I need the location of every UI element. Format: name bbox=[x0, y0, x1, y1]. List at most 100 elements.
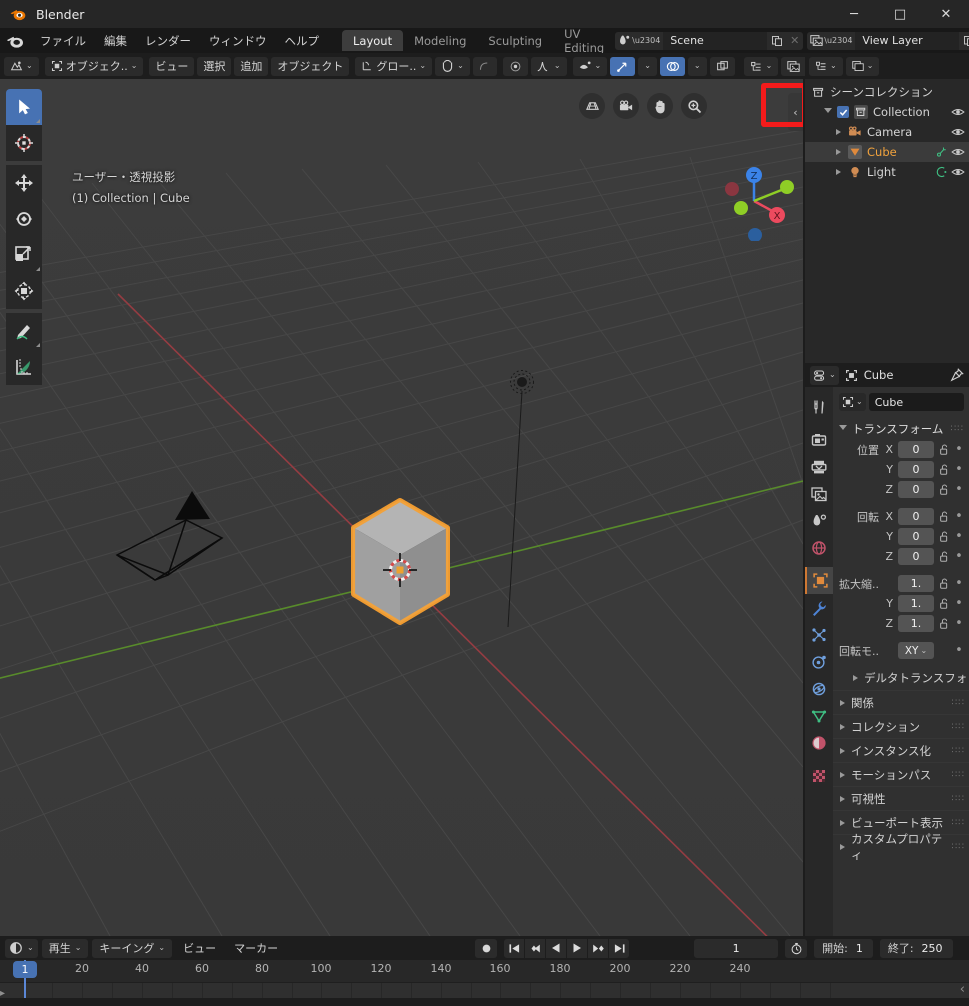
zoom-magnifier-icon[interactable] bbox=[681, 93, 707, 119]
menu-file[interactable]: ファイル bbox=[31, 30, 95, 52]
vp-menu-view[interactable]: ビュー bbox=[149, 56, 195, 76]
tab-modifiers[interactable] bbox=[805, 594, 833, 621]
animate-property-dot[interactable]: • bbox=[952, 509, 966, 524]
eye-icon[interactable] bbox=[951, 145, 965, 159]
editor-type-properties-icon[interactable]: ⌄ bbox=[810, 365, 839, 385]
outliner-editor[interactable]: ⌄ ⌄ シーンコレクション Collection Camera Cube Lig… bbox=[805, 53, 969, 363]
lock-icon[interactable] bbox=[936, 464, 952, 476]
tab-texture[interactable] bbox=[805, 762, 833, 789]
proportional-edit-toggle[interactable] bbox=[502, 56, 528, 76]
panel-visibility[interactable]: 可視性 ∷∷ bbox=[833, 786, 969, 810]
mesh-data-icon[interactable] bbox=[936, 146, 948, 158]
animate-property-dot[interactable]: • bbox=[952, 576, 966, 591]
workspace-tab-sculpting[interactable]: Sculpting bbox=[477, 30, 553, 51]
hand-icon[interactable] bbox=[647, 93, 673, 119]
tab-object[interactable] bbox=[805, 567, 833, 594]
snap-toggle[interactable]: ⌄ bbox=[435, 56, 470, 76]
location-y-field[interactable]: 0 bbox=[898, 461, 934, 478]
menu-render[interactable]: レンダー bbox=[136, 30, 200, 52]
tl-menu-keying[interactable]: キーイング ⌄ bbox=[92, 938, 173, 958]
workspace-tab-uv-editing[interactable]: UV Editing bbox=[553, 27, 615, 55]
prev-keyframe-button[interactable] bbox=[525, 938, 546, 958]
tool-scale[interactable] bbox=[6, 237, 42, 273]
tab-scene[interactable] bbox=[805, 507, 833, 534]
tool-transform[interactable] bbox=[6, 273, 42, 309]
object-type-dropdown[interactable]: ⌄ bbox=[839, 393, 866, 411]
camera-icon[interactable] bbox=[613, 93, 639, 119]
rotation-x-field[interactable]: 0 bbox=[898, 508, 934, 525]
scale-z-field[interactable]: 1. bbox=[898, 615, 934, 632]
gizmo-options-dropdown[interactable]: ⌄ bbox=[638, 56, 657, 76]
menu-edit[interactable]: 編集 bbox=[95, 30, 136, 52]
workspace-tab-modeling[interactable]: Modeling bbox=[403, 30, 477, 51]
eye-icon[interactable] bbox=[951, 165, 965, 179]
tab-world[interactable] bbox=[805, 534, 833, 561]
collection-checkbox[interactable] bbox=[837, 106, 849, 118]
outliner-row-collection[interactable]: Collection bbox=[805, 102, 969, 122]
record-icon[interactable] bbox=[475, 938, 498, 958]
tool-measure[interactable] bbox=[6, 349, 42, 385]
3d-viewport[interactable]: ユーザー・透視投影 (1) Collection | Cube Z X ‹ bbox=[0, 79, 803, 936]
menu-help[interactable]: ヘルプ bbox=[276, 30, 329, 52]
properties-editor[interactable]: ⌄ Cube ⌄ Cube トランスフォーム ∷∷ 位置 X 0 • Y 0 •… bbox=[805, 363, 969, 936]
overlays-toggle[interactable] bbox=[659, 56, 685, 76]
tab-constraints[interactable] bbox=[805, 675, 833, 702]
tl-menu-marker[interactable]: マーカー bbox=[227, 939, 285, 958]
blender-menu-icon[interactable] bbox=[6, 32, 24, 50]
drag-handle-dots[interactable]: ∷∷ bbox=[952, 722, 965, 732]
animate-property-dot[interactable]: • bbox=[952, 549, 966, 564]
visibility-selector[interactable]: ⌄ bbox=[572, 56, 608, 76]
tab-output[interactable] bbox=[805, 453, 833, 480]
outliner-display-mode[interactable]: ⌄ bbox=[845, 56, 880, 76]
lock-icon[interactable] bbox=[936, 511, 952, 523]
tab-particles[interactable] bbox=[805, 621, 833, 648]
lock-icon[interactable] bbox=[936, 578, 952, 590]
lock-icon[interactable] bbox=[936, 618, 952, 630]
tab-data[interactable] bbox=[805, 702, 833, 729]
tool-cursor[interactable] bbox=[6, 125, 42, 161]
viewport-canvas[interactable] bbox=[0, 79, 803, 936]
play-button[interactable] bbox=[567, 938, 588, 958]
current-frame-field[interactable]: 1 bbox=[694, 938, 779, 958]
stopwatch-icon[interactable] bbox=[785, 938, 808, 958]
location-x-field[interactable]: 0 bbox=[898, 441, 934, 458]
play-reverse-button[interactable] bbox=[546, 938, 567, 958]
panel-custom-properties[interactable]: カスタムプロパティ ∷∷ bbox=[833, 832, 969, 862]
workspace-tab-layout[interactable]: Layout bbox=[342, 30, 404, 51]
close-button[interactable]: ✕ bbox=[923, 0, 969, 28]
lock-icon[interactable] bbox=[936, 598, 952, 610]
gizmo-toggle[interactable] bbox=[610, 56, 636, 76]
scale-x-field[interactable]: 1. bbox=[898, 575, 934, 592]
outliner-row-scene-collection[interactable]: シーンコレクション bbox=[805, 82, 969, 102]
drag-handle-dots[interactable]: ∷∷ bbox=[951, 424, 964, 434]
view-layer-name-field[interactable]: View Layer bbox=[855, 31, 960, 50]
lock-icon[interactable] bbox=[936, 551, 952, 563]
outliner-row-camera[interactable]: Camera bbox=[805, 122, 969, 142]
vp-menu-object[interactable]: オブジェクト bbox=[271, 56, 350, 76]
duplicate-icon[interactable] bbox=[767, 31, 787, 50]
rotation-mode-dropdown[interactable]: XY ⌄ bbox=[898, 642, 934, 659]
menu-window[interactable]: ウィンドウ bbox=[200, 30, 276, 52]
chevron-down-icon[interactable] bbox=[824, 108, 832, 116]
tool-annotate[interactable] bbox=[6, 313, 42, 349]
tab-render[interactable] bbox=[805, 426, 833, 453]
rotation-z-field[interactable]: 0 bbox=[898, 548, 934, 565]
tool-rotate[interactable] bbox=[6, 201, 42, 237]
tab-physics[interactable] bbox=[805, 648, 833, 675]
playhead-frame-badge[interactable]: 1 bbox=[13, 961, 37, 978]
snap-target-toggle[interactable] bbox=[472, 56, 497, 76]
view-layer-selector[interactable]: \u2304 View Layer ✕ bbox=[807, 31, 969, 50]
xray-toggle[interactable] bbox=[709, 56, 735, 76]
minimize-button[interactable]: ─ bbox=[831, 0, 877, 28]
location-z-field[interactable]: 0 bbox=[898, 481, 934, 498]
panel-delta-transform[interactable]: デルタトランスフォ bbox=[833, 666, 969, 690]
outliner-filter-selector[interactable]: ⌄ bbox=[743, 56, 779, 76]
panel-motion-paths[interactable]: モーションパス ∷∷ bbox=[833, 762, 969, 786]
tl-menu-playback[interactable]: 再生 ⌄ bbox=[41, 938, 89, 958]
vp-menu-select[interactable]: 選択 bbox=[197, 56, 232, 76]
tab-tool[interactable] bbox=[805, 393, 833, 420]
next-keyframe-button[interactable] bbox=[588, 938, 609, 958]
tab-view-layer[interactable] bbox=[805, 480, 833, 507]
outliner-row-light[interactable]: Light bbox=[805, 162, 969, 182]
editor-type-outliner-icon[interactable]: ⌄ bbox=[809, 56, 843, 76]
